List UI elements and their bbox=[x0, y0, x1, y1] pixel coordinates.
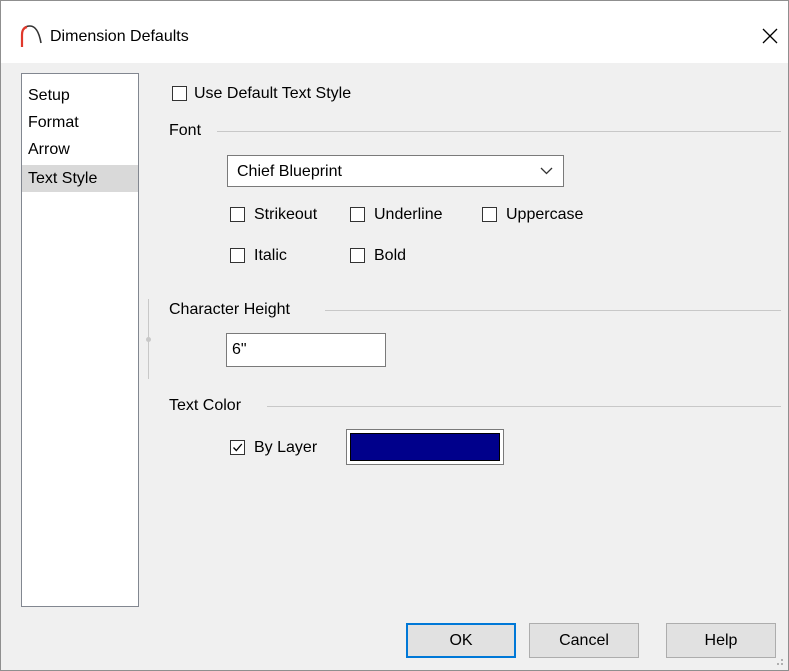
text-color-group-divider bbox=[267, 406, 781, 407]
resize-grip-icon[interactable] bbox=[771, 653, 785, 667]
cancel-button[interactable]: Cancel bbox=[529, 623, 639, 658]
checkmark-icon bbox=[233, 443, 243, 452]
help-button[interactable]: Help bbox=[666, 623, 776, 658]
dimension-defaults-dialog: Dimension Defaults Setup Format Arrow Te… bbox=[0, 0, 789, 671]
text-color-swatch-button[interactable] bbox=[346, 429, 504, 465]
chief-architect-logo-icon bbox=[20, 25, 42, 47]
nav-item-label: Text Style bbox=[28, 170, 98, 187]
nav-item-setup[interactable]: Setup bbox=[22, 82, 138, 109]
bold-checkbox[interactable] bbox=[350, 248, 365, 263]
nav-item-label: Arrow bbox=[28, 141, 70, 158]
nav-item-format[interactable]: Format bbox=[22, 109, 138, 136]
by-layer-label: By Layer bbox=[254, 439, 318, 456]
use-default-text-style-label: Use Default Text Style bbox=[194, 85, 352, 102]
by-layer-checkbox[interactable] bbox=[230, 440, 245, 455]
font-group-divider bbox=[217, 131, 781, 132]
character-height-section-label: Character Height bbox=[169, 301, 290, 318]
font-dropdown[interactable]: Chief Blueprint bbox=[227, 155, 564, 187]
nav-item-arrow[interactable]: Arrow bbox=[22, 136, 138, 163]
underline-checkbox[interactable] bbox=[350, 207, 365, 222]
close-icon bbox=[762, 28, 778, 44]
italic-label: Italic bbox=[254, 247, 287, 264]
color-swatch-fill bbox=[350, 433, 500, 461]
title-bar: Dimension Defaults bbox=[1, 1, 788, 63]
text-color-section-label: Text Color bbox=[169, 397, 242, 414]
uppercase-checkbox[interactable] bbox=[482, 207, 497, 222]
use-default-text-style-checkbox[interactable] bbox=[172, 86, 187, 101]
italic-checkbox[interactable] bbox=[230, 248, 245, 263]
ok-button[interactable]: OK bbox=[406, 623, 516, 658]
bold-label: Bold bbox=[374, 247, 407, 264]
strikeout-label: Strikeout bbox=[254, 206, 318, 223]
window-title: Dimension Defaults bbox=[50, 28, 189, 45]
character-height-group-divider bbox=[325, 310, 781, 311]
font-dropdown-value: Chief Blueprint bbox=[237, 163, 342, 180]
close-button[interactable] bbox=[753, 19, 787, 53]
nav-item-label: Format bbox=[28, 114, 79, 131]
character-height-input[interactable] bbox=[226, 333, 386, 367]
strikeout-checkbox[interactable] bbox=[230, 207, 245, 222]
panel-splitter[interactable] bbox=[146, 299, 151, 379]
uppercase-label: Uppercase bbox=[506, 206, 584, 223]
underline-label: Underline bbox=[374, 206, 443, 223]
nav-item-label: Setup bbox=[28, 87, 70, 104]
category-list[interactable]: Setup Format Arrow Text Style bbox=[21, 73, 139, 607]
chevron-down-icon bbox=[540, 167, 553, 175]
font-section-label: Font bbox=[169, 122, 202, 139]
splitter-handle[interactable] bbox=[146, 337, 151, 342]
nav-item-text-style[interactable]: Text Style bbox=[22, 165, 138, 192]
